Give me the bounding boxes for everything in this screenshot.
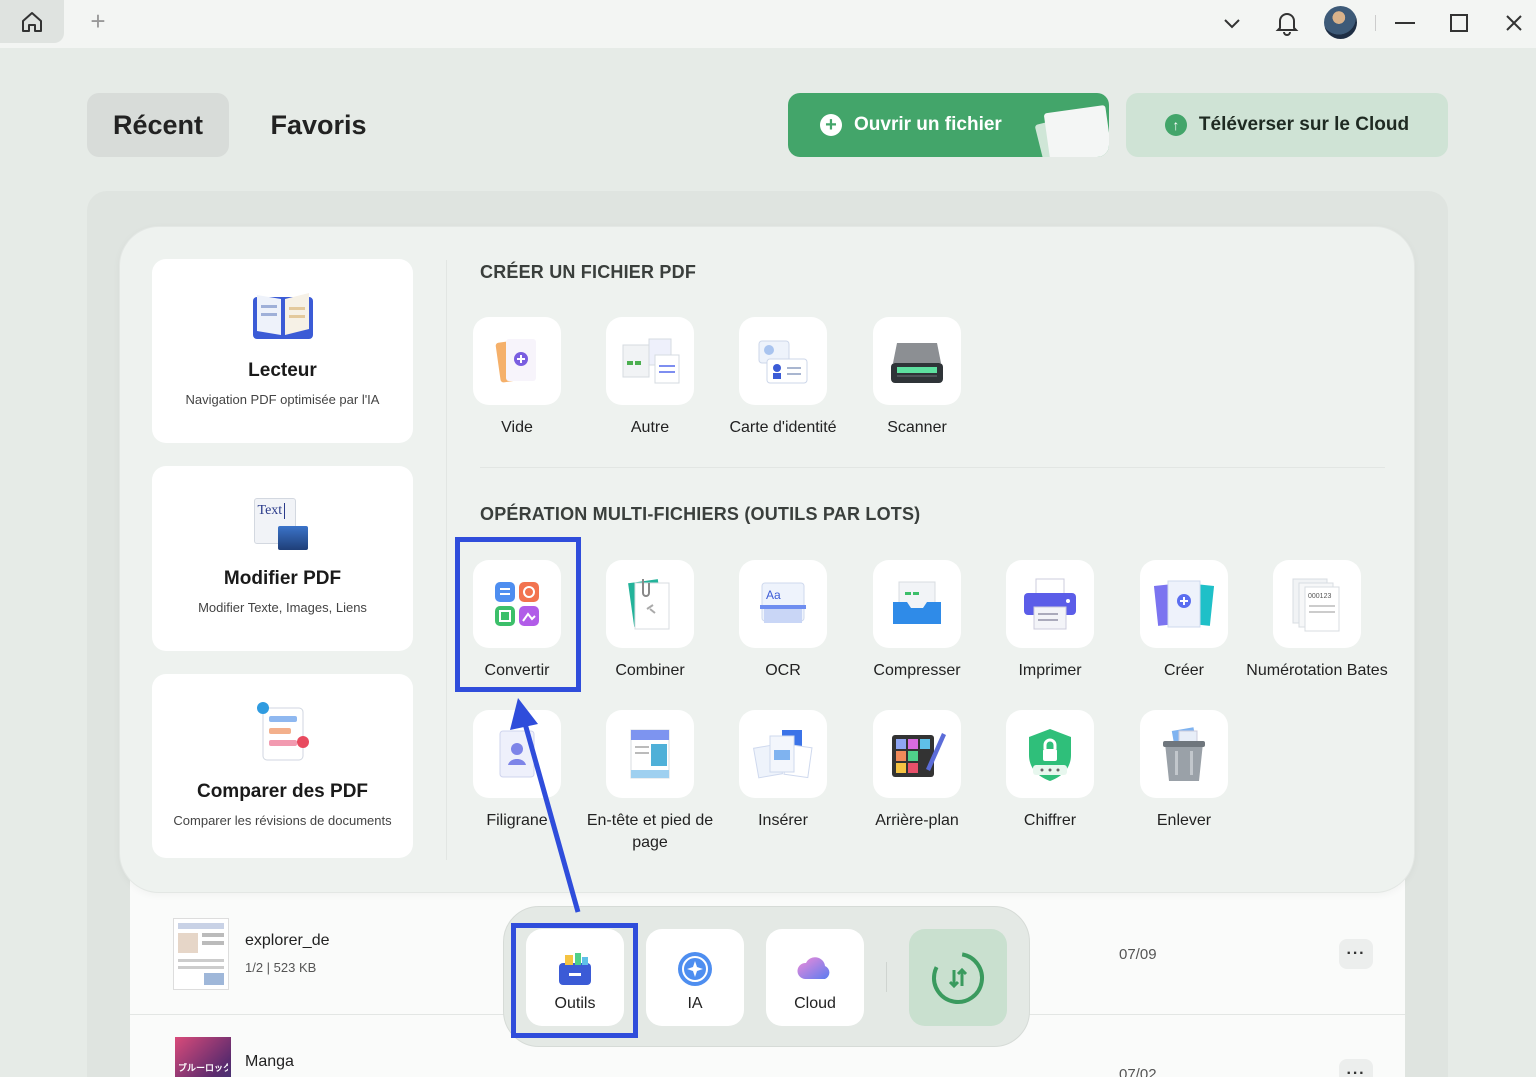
file-thumbnail[interactable]: ブルーロック — [175, 1037, 231, 1077]
more-options-button[interactable]: ··· — [1339, 939, 1373, 969]
avatar[interactable] — [1324, 6, 1357, 39]
id-card-icon — [758, 340, 808, 384]
plus-circle-icon: + — [820, 114, 842, 136]
reader-title: Lecteur — [248, 360, 317, 381]
tool-label: Numérotation Bates — [1246, 662, 1388, 679]
printer-icon — [1024, 578, 1076, 630]
edit-pdf-title: Modifier PDF — [223, 568, 342, 589]
reader-subtitle: Navigation PDF optimisée par l'IA — [185, 392, 380, 407]
other-files-icon — [622, 338, 680, 384]
upload-cloud-label: Téléverser sur le Cloud — [1198, 114, 1410, 135]
tool-bates[interactable]: 000123 Numérotation Bates — [1237, 560, 1397, 682]
file-name[interactable]: explorer_de — [245, 932, 330, 950]
titlebar-separator — [1375, 15, 1376, 31]
annotation-arrow — [510, 698, 581, 913]
highlight-convert — [455, 537, 581, 692]
open-file-label: Ouvrir un fichier — [854, 114, 1002, 135]
chevron-down-icon[interactable] — [1217, 8, 1247, 38]
maximize-icon[interactable] — [1444, 8, 1474, 38]
home-tab[interactable] — [0, 0, 64, 43]
toggle-arrows-icon — [932, 951, 984, 1004]
open-file-button[interactable]: + Ouvrir un fichier — [788, 93, 1109, 157]
trash-icon — [1163, 727, 1205, 781]
ocr-icon-text: Aa — [766, 588, 781, 602]
document-decoration-icon — [1043, 104, 1109, 157]
header-footer-icon — [630, 729, 670, 779]
create-section-title: CRÉER UN FICHIER PDF — [480, 262, 697, 282]
dock-separator — [886, 962, 887, 992]
ai-icon — [678, 952, 712, 986]
new-tab-icon[interactable]: + — [86, 8, 110, 34]
tool-label: Scanner — [887, 419, 947, 436]
thumbnail-title: ブルーロック — [178, 1063, 228, 1073]
more-options-button[interactable]: ··· — [1339, 1059, 1373, 1077]
tool-remove[interactable]: Enlever — [1104, 710, 1264, 832]
text-image-icon: Text — [252, 498, 314, 554]
compare-pdf-title: Comparer des PDF — [196, 781, 369, 802]
insert-icon — [752, 730, 813, 779]
dock-ai-button[interactable]: IA — [646, 929, 744, 1026]
compare-pdf-subtitle: Comparer les révisions de documents — [173, 813, 392, 828]
upload-arrow-icon: ↑ — [1164, 114, 1187, 136]
tab-recent[interactable]: Récent — [87, 93, 229, 157]
cloud-icon — [797, 957, 830, 979]
file-meta: 1/2 | 523 KB — [245, 960, 317, 975]
edit-pdf-subtitle: Modifier Texte, Images, Liens — [198, 600, 367, 615]
minimize-icon[interactable] — [1390, 8, 1420, 38]
batch-section-title: OPÉRATION MULTI-FICHIERS (OUTILS PAR LOT… — [480, 504, 921, 524]
file-thumbnail[interactable] — [173, 918, 229, 990]
book-icon — [252, 293, 313, 339]
tool-scanner[interactable]: Scanner — [837, 317, 997, 439]
dock-cloud-button[interactable]: Cloud — [766, 929, 864, 1026]
ocr-icon: Aa — [760, 582, 806, 623]
title-bar — [0, 0, 1536, 48]
file-date: 07/09 — [1119, 946, 1157, 963]
text-icon-label: Text — [258, 503, 286, 519]
close-icon[interactable] — [1499, 8, 1529, 38]
edit-pdf-card[interactable]: Text Modifier PDF Modifier Texte, Images… — [152, 466, 413, 651]
file-date: 07/02 — [1119, 1066, 1157, 1077]
create-pdf-icon — [1154, 580, 1214, 628]
lock-icon — [1029, 729, 1071, 781]
compress-icon — [893, 581, 941, 624]
bates-numbering-icon: 000123 — [1292, 578, 1340, 632]
bates-icon-text: 000123 — [1308, 593, 1331, 600]
highlight-tools — [511, 923, 638, 1038]
scanner-icon — [891, 343, 943, 383]
file-name[interactable]: Manga — [245, 1053, 294, 1071]
tab-favorites[interactable]: Favoris — [256, 93, 381, 157]
tool-label: Enlever — [1156, 812, 1212, 829]
dock-cloud-label: Cloud — [794, 995, 836, 1012]
compare-pdf-card[interactable]: Comparer des PDF Comparer les révisions … — [152, 674, 413, 858]
combine-icon — [628, 579, 670, 630]
compare-icon — [256, 702, 309, 761]
dock-ai-label: IA — [687, 995, 703, 1012]
home-icon — [22, 11, 42, 32]
bell-icon[interactable] — [1272, 8, 1302, 38]
blank-pdf-icon — [495, 339, 536, 383]
section-divider — [480, 467, 1385, 468]
reader-card[interactable]: Lecteur Navigation PDF optimisée par l'I… — [152, 259, 413, 443]
upload-cloud-button[interactable]: ↑ Téléverser sur le Cloud — [1126, 93, 1448, 157]
background-icon — [892, 733, 946, 777]
dock-toggle-button[interactable] — [909, 929, 1007, 1026]
